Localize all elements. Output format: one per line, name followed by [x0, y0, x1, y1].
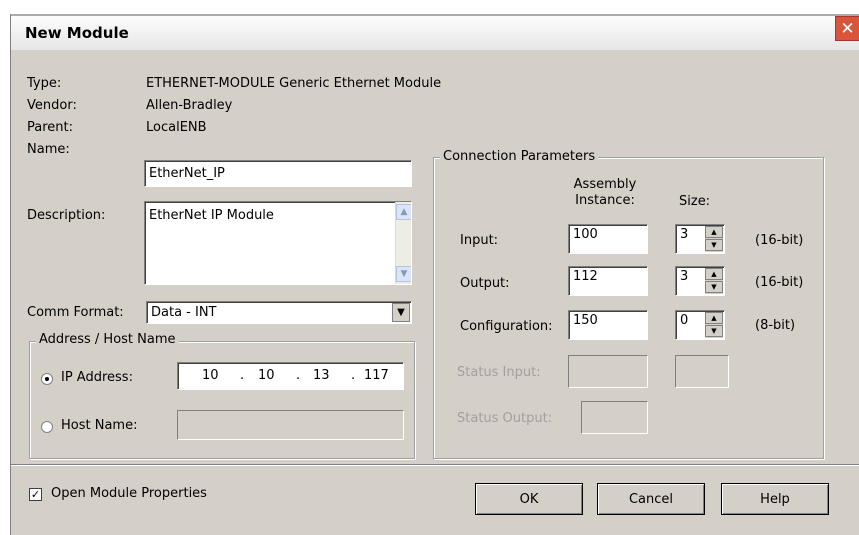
new-module-dialog: New Module ✕ Type: ETHERNET-MODULE Gener…: [10, 14, 859, 535]
ip-dot-1: .: [240, 368, 245, 383]
spin-up-icon[interactable]: ▲: [705, 226, 723, 238]
ip-dot-2: .: [296, 368, 301, 383]
status-output-label: Status Output:: [457, 411, 553, 426]
ip-octet-4: 117: [364, 368, 389, 383]
address-group: [29, 341, 415, 459]
name-input[interactable]: EtherNet_IP: [144, 160, 412, 187]
type-value: ETHERNET-MODULE Generic Ethernet Module: [146, 76, 442, 91]
ip-octet-3: 13: [313, 368, 330, 383]
spin-down-icon[interactable]: ▼: [705, 281, 723, 293]
status-output-field[interactable]: [581, 401, 648, 434]
close-icon[interactable]: ✕: [835, 16, 859, 41]
configuration-label: Configuration:: [460, 319, 553, 334]
ok-button-label: OK: [519, 491, 539, 507]
input-unit: (16-bit): [755, 233, 804, 248]
description-scrollbar[interactable]: ▲ ▼: [395, 202, 411, 284]
parent-label: Parent:: [27, 120, 73, 135]
comm-format-label: Comm Format:: [27, 305, 124, 320]
ip-octet-1: 10: [202, 368, 219, 383]
description-text: EtherNet IP Module: [149, 208, 274, 223]
footer-separator: [11, 464, 859, 466]
description-label: Description:: [27, 208, 106, 223]
ok-button[interactable]: OK: [475, 483, 583, 515]
configuration-unit: (8-bit): [755, 318, 796, 333]
host-name-radio[interactable]: [41, 421, 53, 433]
type-label: Type:: [27, 76, 62, 91]
ip-octet-2: 10: [258, 368, 275, 383]
configuration-size-spinner[interactable]: ▲ ▼: [705, 312, 723, 338]
output-unit: (16-bit): [755, 275, 804, 290]
host-name-input[interactable]: [177, 410, 404, 440]
input-instance-field[interactable]: 100: [568, 224, 648, 254]
vendor-value: Allen-Bradley: [146, 98, 233, 113]
output-size-spinner[interactable]: ▲ ▼: [705, 268, 723, 294]
input-label: Input:: [460, 233, 499, 248]
configuration-instance-field[interactable]: 150: [568, 310, 648, 340]
open-module-properties-label[interactable]: Open Module Properties: [51, 486, 207, 501]
description-textarea[interactable]: EtherNet IP Module ▲ ▼: [144, 201, 412, 285]
address-group-title: Address / Host Name: [36, 332, 179, 347]
spin-down-icon[interactable]: ▼: [705, 239, 723, 251]
help-button-label: Help: [760, 491, 790, 507]
parent-value: LocalENB: [146, 120, 207, 135]
ip-address-label[interactable]: IP Address:: [61, 370, 133, 385]
comm-format-value: Data - INT: [151, 305, 217, 320]
spin-down-icon[interactable]: ▼: [705, 325, 723, 337]
name-label: Name:: [27, 142, 70, 157]
ip-dot-3: .: [351, 368, 356, 383]
ip-address-input[interactable]: 10 . 10 . 13 . 117: [177, 362, 404, 390]
vendor-label: Vendor:: [27, 98, 77, 113]
title-bar: New Module ✕: [11, 14, 859, 50]
output-label: Output:: [460, 276, 510, 291]
status-input-size-field[interactable]: [675, 355, 729, 388]
open-module-properties-checkbox[interactable]: ✓: [29, 488, 42, 501]
host-name-label[interactable]: Host Name:: [61, 418, 137, 433]
output-instance-field[interactable]: 112: [568, 266, 648, 296]
size-header: Size:: [679, 194, 711, 209]
status-input-field[interactable]: [568, 355, 648, 388]
chevron-down-icon[interactable]: ▼: [392, 303, 410, 322]
scroll-up-icon[interactable]: ▲: [396, 204, 411, 220]
dialog-title: New Module: [25, 24, 129, 42]
status-input-label: Status Input:: [457, 365, 541, 380]
spin-up-icon[interactable]: ▲: [705, 312, 723, 324]
connection-group-title: Connection Parameters: [440, 149, 599, 164]
cancel-button-label: Cancel: [628, 491, 674, 507]
help-button[interactable]: Help: [721, 483, 829, 515]
assembly-instance-header: Assembly Instance:: [573, 177, 637, 208]
cancel-button[interactable]: Cancel: [597, 483, 705, 515]
scroll-down-icon[interactable]: ▼: [396, 266, 411, 282]
ip-address-radio[interactable]: [41, 373, 53, 385]
input-size-spinner[interactable]: ▲ ▼: [705, 226, 723, 252]
spin-up-icon[interactable]: ▲: [705, 268, 723, 280]
comm-format-select[interactable]: Data - INT ▼: [146, 301, 412, 324]
